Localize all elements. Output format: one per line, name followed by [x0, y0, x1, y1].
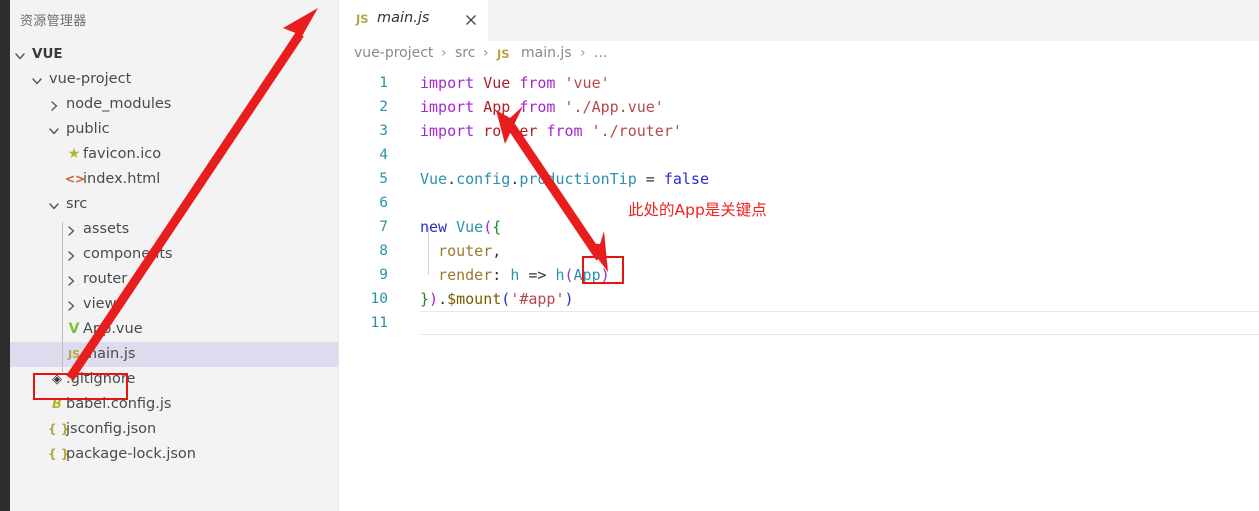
js-icon: JS: [497, 47, 510, 61]
file-tree[interactable]: VUEvue-projectnode_modulespublic★favicon…: [10, 42, 339, 467]
tab-main-js[interactable]: JS main.js: [340, 0, 488, 41]
tree-item-views[interactable]: views: [10, 292, 339, 317]
annotation-note: 此处的App是关键点: [628, 198, 767, 220]
line-number: 1: [340, 71, 398, 95]
highlight-box-main-js: [33, 373, 128, 400]
editor-tab-bar: JS main.js: [340, 0, 1259, 41]
chevron-right-icon[interactable]: [63, 267, 79, 292]
breadcrumb[interactable]: vue-project › src › JS main.js ›...: [340, 41, 1259, 69]
activity-bar: [0, 0, 10, 511]
explorer-sidebar: 资源管理器 VUEvue-projectnode_modulespublic★f…: [10, 0, 339, 511]
tree-item-label: node_modules: [66, 92, 171, 117]
code-editor[interactable]: 1234567891011 import Vue from 'vue'impor…: [340, 69, 1259, 511]
code-line: }).$mount('#app'): [420, 287, 574, 311]
tree-item-public[interactable]: public: [10, 117, 339, 142]
code-line: router,: [420, 239, 501, 263]
code-line: import router from './router': [420, 119, 682, 143]
highlight-box-app-token: [582, 256, 624, 284]
tree-item-package-lock-json[interactable]: { }package-lock.json: [10, 442, 339, 467]
line-number: 9: [340, 263, 398, 287]
tree-item-vue[interactable]: VUE: [10, 42, 339, 67]
chevron-right-icon[interactable]: [63, 242, 79, 267]
tab-bar-filler: [488, 0, 1259, 41]
tab-label: main.js: [377, 10, 429, 26]
tree-item-label: jsconfig.json: [66, 417, 156, 442]
chevron-down-icon[interactable]: [29, 67, 45, 92]
tree-item-label: VUE: [32, 42, 63, 67]
tree-item-label: package-lock.json: [66, 442, 196, 467]
tree-item-label: components: [83, 242, 173, 267]
breadcrumb-separator: ›: [580, 45, 586, 61]
chevron-down-icon[interactable]: [46, 192, 62, 217]
tree-item-src[interactable]: src: [10, 192, 339, 217]
line-number: 3: [340, 119, 398, 143]
tree-item-vue-project[interactable]: vue-project: [10, 67, 339, 92]
editor-area: JS main.js vue-project › src › JS main.js ›...…: [340, 0, 1259, 511]
star-icon: ★: [65, 142, 83, 167]
tree-item-label: vue-project: [49, 67, 131, 92]
tree-item-jsconfig-json[interactable]: { }jsconfig.json: [10, 417, 339, 442]
tree-item-label: router: [83, 267, 127, 292]
line-number: 10: [340, 287, 398, 311]
line-number: 6: [340, 191, 398, 215]
chevron-right-icon[interactable]: [63, 292, 79, 317]
close-icon[interactable]: [463, 12, 479, 28]
code-line: new Vue({: [420, 215, 501, 239]
vscode-window: 资源管理器 VUEvue-projectnode_modulespublic★f…: [0, 0, 1259, 511]
tree-item-label: assets: [83, 217, 129, 242]
code-line: import Vue from 'vue': [420, 71, 610, 95]
explorer-title: 资源管理器: [20, 10, 87, 29]
tree-item-label: App.vue: [83, 317, 143, 342]
js-icon: JS: [356, 12, 369, 26]
breadcrumb-separator: ›: [483, 45, 489, 61]
tree-item-main-js[interactable]: JSmain.js: [10, 342, 339, 367]
tree-item-label: src: [66, 192, 87, 217]
line-number: 11: [340, 311, 398, 335]
breadcrumb-separator: ›: [441, 45, 447, 61]
tree-item-label: main.js: [83, 342, 135, 367]
json-icon: { }: [48, 417, 66, 442]
tree-item-assets[interactable]: assets: [10, 217, 339, 242]
tree-item-node-modules[interactable]: node_modules: [10, 92, 339, 117]
chevron-down-icon[interactable]: [46, 117, 62, 142]
breadcrumb-item[interactable]: vue-project: [354, 45, 433, 61]
tree-item-label: favicon.ico: [83, 142, 161, 167]
breadcrumb-item[interactable]: main.js: [521, 45, 572, 61]
html-icon: <>: [65, 167, 83, 192]
line-number: 7: [340, 215, 398, 239]
line-number: 5: [340, 167, 398, 191]
code-line: Vue.config.productionTip = false: [420, 167, 709, 191]
tree-item-label: views: [83, 292, 124, 317]
tree-item-favicon-ico[interactable]: ★favicon.ico: [10, 142, 339, 167]
tree-item-index-html[interactable]: <>index.html: [10, 167, 339, 192]
line-number: 4: [340, 143, 398, 167]
vue-icon: V: [65, 317, 83, 342]
breadcrumb-item[interactable]: src: [455, 45, 475, 61]
tree-item-app-vue[interactable]: VApp.vue: [10, 317, 339, 342]
line-number: 2: [340, 95, 398, 119]
tree-item-router[interactable]: router: [10, 267, 339, 292]
tree-item-label: index.html: [83, 167, 160, 192]
tree-item-components[interactable]: components: [10, 242, 339, 267]
json-icon: { }: [48, 442, 66, 467]
chevron-down-icon[interactable]: [12, 42, 28, 67]
tree-item-label: public: [66, 117, 110, 142]
tree-indent-guide: [62, 222, 63, 372]
breadcrumb-item[interactable]: ...: [594, 45, 607, 61]
js-icon: JS: [65, 342, 83, 367]
chevron-right-icon[interactable]: [46, 92, 62, 117]
chevron-right-icon[interactable]: [63, 217, 79, 242]
line-number: 8: [340, 239, 398, 263]
code-line: import App from './App.vue': [420, 95, 664, 119]
